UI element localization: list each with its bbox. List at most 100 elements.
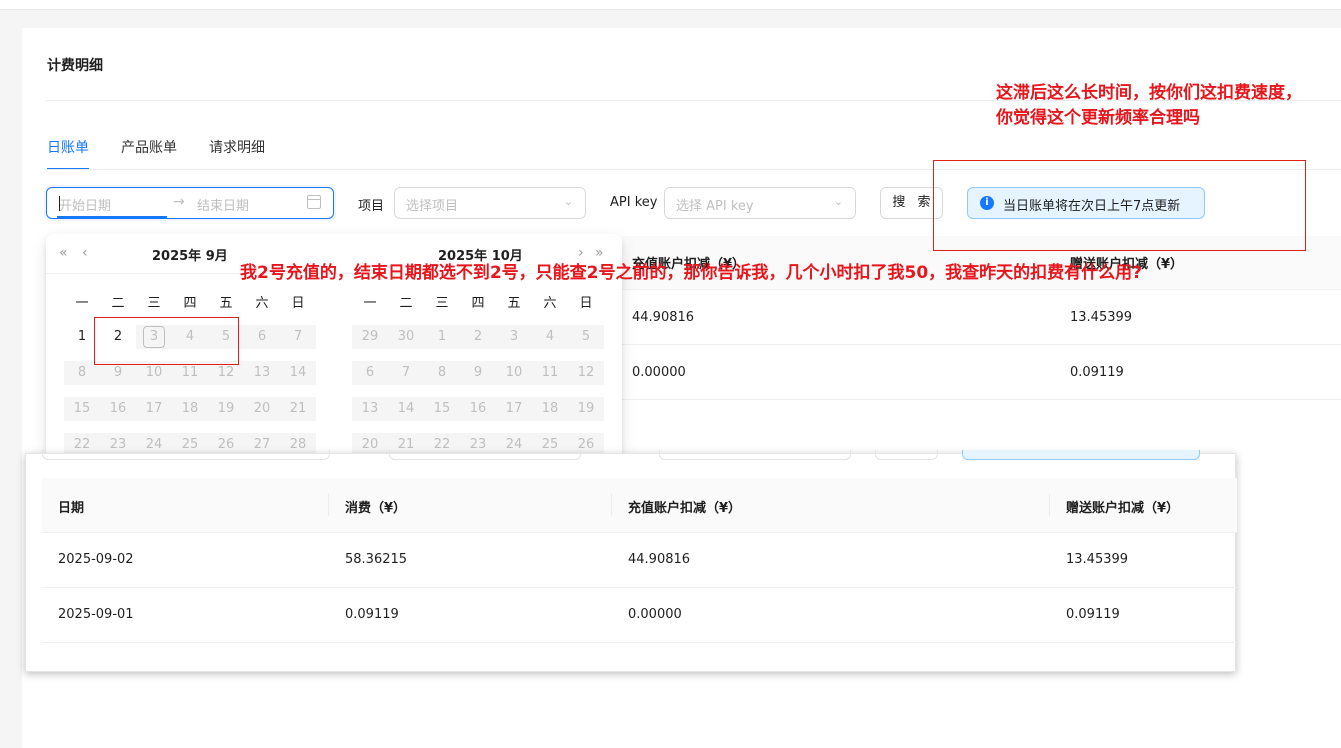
next-year-icon[interactable]: » (595, 245, 604, 261)
table-cell-gift: 0.09119 (1066, 607, 1120, 622)
weekday-header: 日 (579, 296, 593, 311)
text-cursor (59, 196, 60, 211)
tab-request-details[interactable]: 请求明细 (209, 139, 265, 163)
calendar-day: 29 (352, 325, 388, 349)
calendar-day: 19 (208, 397, 244, 421)
header-consumption: 消费（¥） (345, 501, 407, 516)
calendar-day: 19 (568, 397, 604, 421)
apikey-select-placeholder: 选择 API key (676, 199, 754, 214)
annotation-text-middle: 我2号充值的，结束日期都选不到2号，只能查2号之前的，那你告诉我，几个小时扣了我… (240, 263, 1143, 283)
calendar-day: 20 (244, 397, 280, 421)
bg-cell: 13.45399 (1070, 310, 1133, 325)
tab-bar: 日账单 产品账单 请求明细 (47, 139, 297, 170)
row-divider (622, 344, 1341, 345)
tab-daily-bill[interactable]: 日账单 (47, 139, 89, 170)
weekday-header: 四 (471, 296, 485, 311)
calendar-day: 20 (352, 433, 388, 453)
apikey-label: API key (610, 195, 658, 210)
left-month-title[interactable]: 2025年 9月 (152, 245, 228, 264)
annotation-text-line2: 你觉得这个更新频率合理吗 (996, 108, 1200, 128)
calendar-day: 16 (100, 397, 136, 421)
row-divider (42, 587, 1237, 588)
calendar-day: 18 (172, 397, 208, 421)
calendar-day: 12 (568, 361, 604, 385)
page-title: 计费明细 (47, 58, 103, 74)
ghost-search-button (875, 450, 938, 460)
header-date: 日期 (58, 501, 85, 516)
calendar-day: 17 (136, 397, 172, 421)
weekday-header: 六 (255, 296, 269, 311)
calendar-day: 7 (388, 361, 424, 385)
top-bar (0, 0, 1341, 10)
ghost-apikey-select (659, 450, 851, 460)
calendar-day: 1 (424, 325, 460, 349)
bg-cell: 0.00000 (632, 365, 686, 380)
calendar-day: 10 (496, 361, 532, 385)
apikey-select[interactable]: 选择 API key ⌄ (664, 187, 856, 219)
column-separator (328, 494, 329, 516)
table-cell-recharge: 44.90816 (628, 552, 691, 567)
calendar-day: 13 (244, 361, 280, 385)
calendar-day: 21 (280, 397, 316, 421)
calendar-day: 30 (388, 325, 424, 349)
overlay-table-panel: 日期 消费（¥） 充值账户扣减（¥） 赠送账户扣减（¥） 2025-09-02 … (25, 450, 1237, 672)
row-divider (622, 399, 1341, 400)
tab-product-bill[interactable]: 产品账单 (121, 139, 177, 163)
header-recharge-deduction: 充值账户扣减（¥） (628, 501, 742, 516)
table-cell-gift: 13.45399 (1066, 552, 1129, 567)
row-divider (42, 642, 1237, 643)
calendar-day: 3 (496, 325, 532, 349)
prev-year-icon[interactable]: « (59, 245, 68, 261)
weekday-header: 一 (75, 296, 89, 311)
project-label: 项目 (358, 199, 385, 214)
chevron-down-icon: ⌄ (563, 195, 573, 208)
calendar-day: 6 (244, 325, 280, 349)
weekday-header: 二 (111, 296, 125, 311)
weekday-header: 三 (435, 296, 449, 311)
range-arrow-icon: → (173, 194, 185, 210)
calendar-day: 4 (532, 325, 568, 349)
annotation-box-dates (94, 317, 239, 365)
prev-month-icon[interactable]: ‹ (82, 245, 88, 261)
calendar-day: 15 (64, 397, 100, 421)
ghost-date-input (42, 450, 330, 460)
calendar-icon[interactable] (307, 195, 321, 209)
chevron-down-icon: ⌄ (833, 195, 843, 208)
next-month-icon[interactable]: › (578, 245, 584, 261)
calendar-day: 8 (424, 361, 460, 385)
weekday-header: 一 (363, 296, 377, 311)
calendar-day: 5 (568, 325, 604, 349)
weekday-header: 四 (183, 296, 197, 311)
column-separator (611, 494, 612, 516)
calendar-day: 2 (460, 325, 496, 349)
calendar-day: 9 (460, 361, 496, 385)
weekday-header: 二 (399, 296, 413, 311)
weekday-header: 五 (219, 296, 233, 311)
calendar-day: 18 (532, 397, 568, 421)
active-input-bar (57, 216, 167, 218)
weekday-header: 日 (291, 296, 305, 311)
calendar-day: 14 (280, 361, 316, 385)
annotation-text-line1: 这滞后这么长时间，按你们这扣费速度， (996, 83, 1302, 103)
table-cell-date: 2025-09-02 (58, 552, 134, 567)
calendar-day: 13 (352, 397, 388, 421)
calendar-day: 6 (352, 361, 388, 385)
project-select-placeholder: 选择项目 (406, 199, 459, 214)
column-separator (1049, 494, 1050, 516)
calendar-day: 7 (280, 325, 316, 349)
table-cell-recharge: 0.00000 (628, 607, 682, 622)
header-gift-deduction: 赠送账户扣减（¥） (1066, 501, 1180, 516)
bg-cell: 0.09119 (1070, 365, 1124, 380)
start-date-input[interactable]: 开始日期 (59, 195, 111, 214)
ghost-notice (962, 450, 1200, 460)
calendar-day: 16 (460, 397, 496, 421)
table-cell-consumption: 58.36215 (345, 552, 408, 567)
calendar-day: 14 (388, 397, 424, 421)
date-range-picker[interactable]: 开始日期 → 结束日期 (46, 187, 334, 219)
weekday-header: 三 (147, 296, 161, 311)
calendar-day: 17 (496, 397, 532, 421)
end-date-input[interactable]: 结束日期 (197, 195, 249, 214)
project-select[interactable]: 选择项目 ⌄ (394, 187, 586, 219)
table-cell-consumption: 0.09119 (345, 607, 399, 622)
weekday-header: 六 (543, 296, 557, 311)
